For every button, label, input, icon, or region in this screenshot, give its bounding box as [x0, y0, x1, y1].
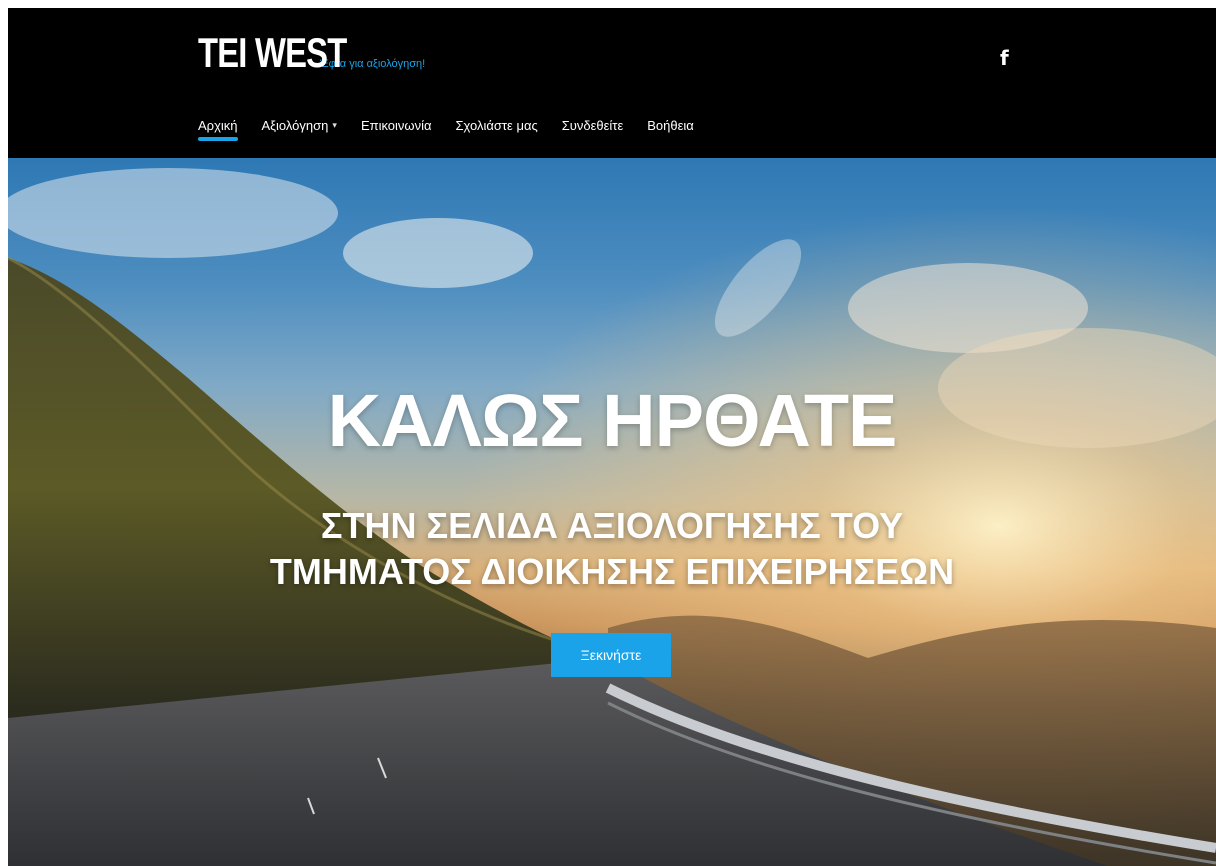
nav-item-label: Αρχική	[198, 118, 238, 133]
hero-subtitle: ΣΤΗΝ ΣΕΛΙΔΑ ΑΞΙΟΛΟΓΗΣΗΣ ΤΟΥ ΤΜΗΜΑΤΟΣ ΔΙΟ…	[8, 503, 1216, 595]
brand[interactable]: TEI WEST Έφτα για αξιολόγηση!	[198, 32, 425, 74]
main-nav: Αρχική Αξιολόγηση ▾ Επικοινωνία Σχολιάστ…	[198, 118, 694, 141]
nav-item-label: Αξιολόγηση	[261, 118, 329, 133]
nav-item-contact[interactable]: Επικοινωνία	[361, 118, 432, 139]
chevron-down-icon: ▾	[332, 120, 337, 130]
hero-title: ΚΑΛΩΣ ΗΡΘΑΤΕ	[327, 379, 898, 462]
page-frame: TEI WEST Έφτα για αξιολόγηση! f Αρχική Α…	[8, 8, 1216, 866]
nav-item-label: Επικοινωνία	[360, 118, 432, 133]
nav-item-evaluation[interactable]: Αξιολόγηση ▾	[262, 118, 337, 139]
hero-section: ΚΑΛΩΣ ΗΡΘΑΤΕ ΣΤΗΝ ΣΕΛΙΔΑ ΑΞΙΟΛΟΓΗΣΗΣ ΤΟΥ…	[8, 158, 1216, 866]
nav-item-help[interactable]: Βοήθεια	[647, 118, 694, 139]
hero-subtitle-line1: ΣΤΗΝ ΣΕΛΙΔΑ ΑΞΙΟΛΟΓΗΣΗΣ ΤΟΥ	[320, 505, 904, 546]
brand-title[interactable]: TEI WEST	[198, 32, 347, 74]
nav-item-login[interactable]: Συνδεθείτε	[562, 118, 624, 139]
site-header: TEI WEST Έφτα για αξιολόγηση! f Αρχική Α…	[8, 8, 1216, 158]
nav-item-label: Συνδεθείτε	[561, 118, 624, 133]
hero-content: ΚΑΛΩΣ ΗΡΘΑΤΕ ΣΤΗΝ ΣΕΛΙΔΑ ΑΞΙΟΛΟΓΗΣΗΣ ΤΟΥ…	[8, 158, 1216, 866]
nav-item-label: Σχολιάστε μας	[455, 118, 538, 133]
nav-item-home[interactable]: Αρχική	[198, 118, 238, 141]
nav-item-comment[interactable]: Σχολιάστε μας	[455, 118, 537, 139]
nav-item-label: Βοήθεια	[647, 118, 694, 133]
start-button[interactable]: Ξεκινήστε	[551, 633, 671, 677]
hero-subtitle-line2: ΤΜΗΜΑΤΟΣ ΔΙΟΙΚΗΣΗΣ ΕΠΙΧΕΙΡΗΣΕΩΝ	[269, 551, 955, 592]
facebook-icon[interactable]: f	[1000, 46, 1009, 70]
